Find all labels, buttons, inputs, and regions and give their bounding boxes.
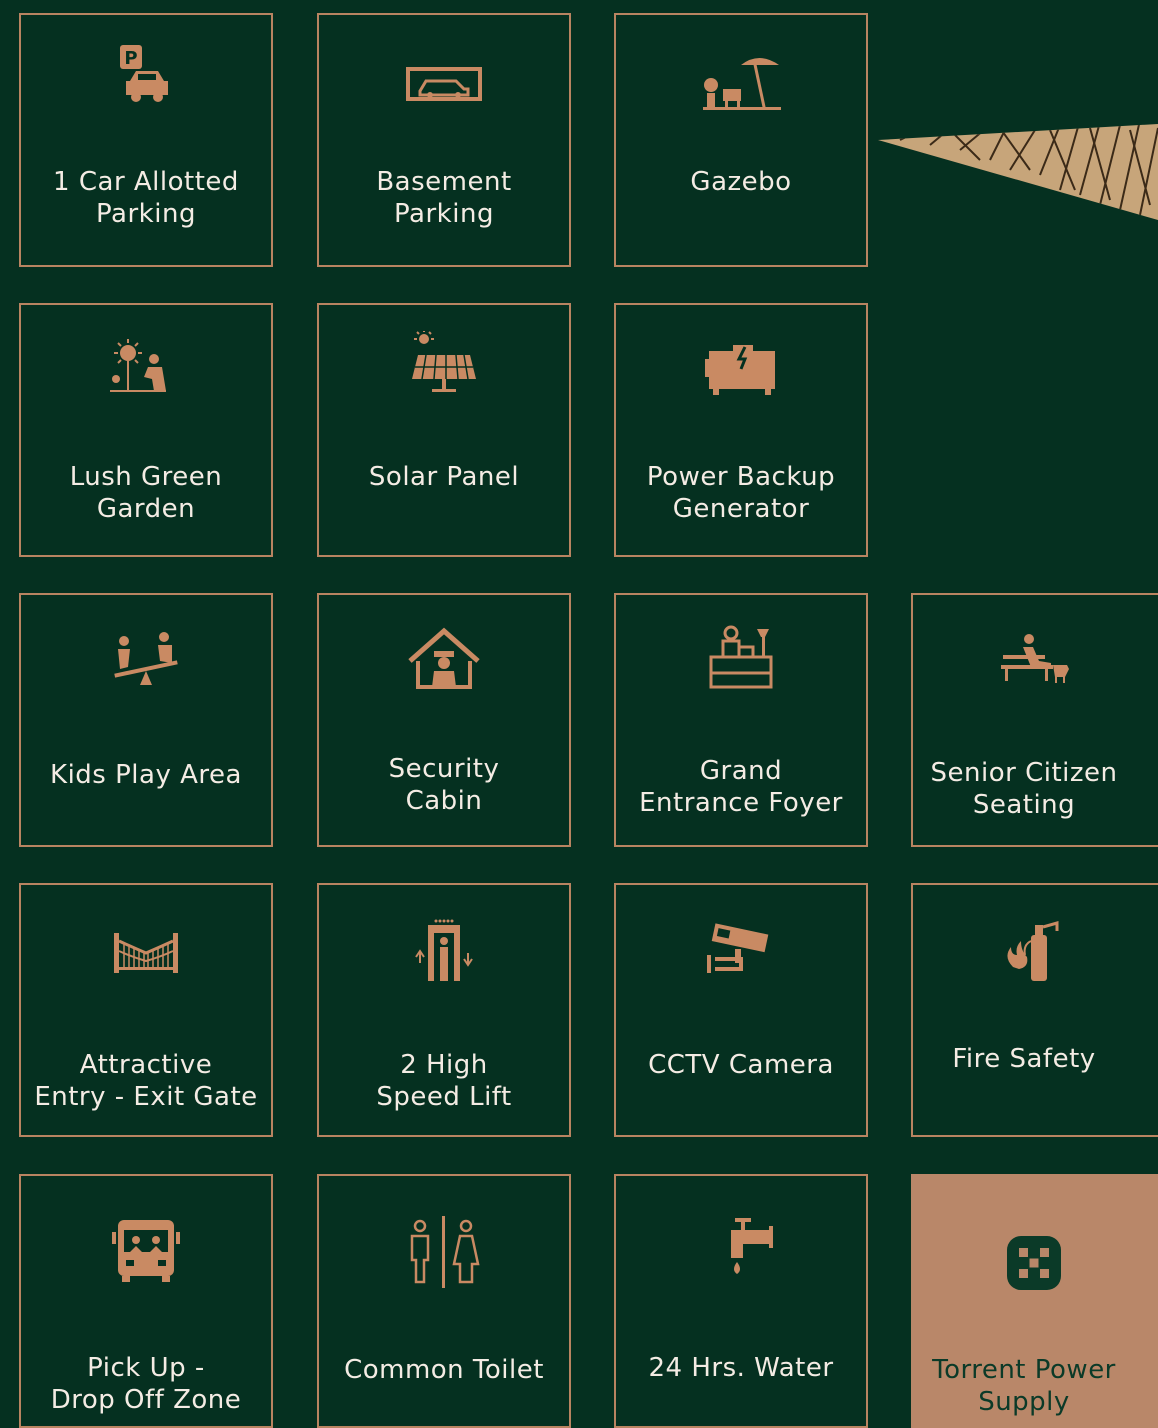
- amenity-label: Attractive Entry - Exit Gate: [34, 1050, 258, 1112]
- amenity-tile: Pick Up - Drop Off Zone: [19, 1174, 273, 1428]
- seesaw-icon: [106, 621, 186, 701]
- amenity-label: Lush Green Garden: [69, 462, 223, 524]
- amenity-tile: Senior Citizen Seating: [911, 593, 1158, 847]
- amenity-tile: Grand Entrance Foyer: [614, 593, 868, 847]
- amenity-tile: Common Toilet: [317, 1174, 571, 1428]
- amenity-label: Security Cabin: [388, 754, 500, 816]
- amenity-label: Senior Citizen Seating: [930, 758, 1118, 820]
- bench-icon: [995, 621, 1075, 701]
- amenity-label: Power Backup Generator: [646, 462, 836, 524]
- amenity-tile: Attractive Entry - Exit Gate: [19, 883, 273, 1137]
- svg-text:P: P: [124, 48, 137, 69]
- amenity-label: CCTV Camera: [648, 1050, 834, 1080]
- garden-icon: [106, 331, 186, 411]
- torrent-power-logo-icon: [995, 1224, 1075, 1304]
- bus-icon: [106, 1210, 186, 1290]
- toilet-icon: [404, 1216, 484, 1296]
- amenity-label: 1 Car Allotted Parking: [53, 167, 239, 229]
- gate-icon: [106, 911, 186, 991]
- basement-parking-icon: [404, 41, 484, 121]
- amenity-tile: Gazebo: [614, 13, 868, 267]
- amenity-tile: Lush Green Garden: [19, 303, 273, 557]
- cctv-camera-icon: [701, 911, 781, 991]
- water-tap-icon: [701, 1216, 781, 1296]
- parking-car-icon: P: [106, 41, 186, 121]
- reception-desk-icon: [701, 621, 781, 701]
- security-cabin-icon: [404, 621, 484, 701]
- generator-icon: [701, 331, 781, 411]
- amenity-label: Gazebo: [690, 167, 792, 197]
- amenity-tile: P 1 Car Allotted Parking: [19, 13, 273, 267]
- amenity-tile: Kids Play Area: [19, 593, 273, 847]
- amenity-label: Kids Play Area: [50, 760, 242, 790]
- amenity-tile: 2 High Speed Lift: [317, 883, 571, 1137]
- amenity-label: 24 Hrs. Water: [648, 1353, 834, 1383]
- amenity-label: Solar Panel: [368, 462, 520, 492]
- amenity-tile: Power Backup Generator: [614, 303, 868, 557]
- amenity-tile: 24 Hrs. Water: [614, 1174, 868, 1428]
- amenity-tile-highlighted: Torrent Power Supply: [911, 1174, 1158, 1428]
- fire-extinguisher-icon: [995, 911, 1075, 991]
- amenity-tile: Fire Safety: [911, 883, 1158, 1137]
- amenity-tile: Solar Panel: [317, 303, 571, 557]
- amenity-tile: CCTV Camera: [614, 883, 868, 1137]
- amenity-label: Torrent Power Supply: [932, 1355, 1116, 1417]
- amenity-label: Pick Up - Drop Off Zone: [50, 1353, 242, 1415]
- gazebo-icon: [701, 41, 781, 121]
- amenity-label: 2 High Speed Lift: [376, 1050, 512, 1112]
- amenity-tile: Basement Parking: [317, 13, 571, 267]
- amenity-label: Grand Entrance Foyer: [639, 756, 843, 818]
- amenity-label: Common Toilet: [344, 1355, 544, 1385]
- solar-panel-icon: [404, 331, 484, 411]
- amenity-tile: Security Cabin: [317, 593, 571, 847]
- amenity-label: Basement Parking: [376, 167, 512, 229]
- lift-icon: [404, 911, 484, 991]
- amenity-label: Fire Safety: [952, 1044, 1096, 1074]
